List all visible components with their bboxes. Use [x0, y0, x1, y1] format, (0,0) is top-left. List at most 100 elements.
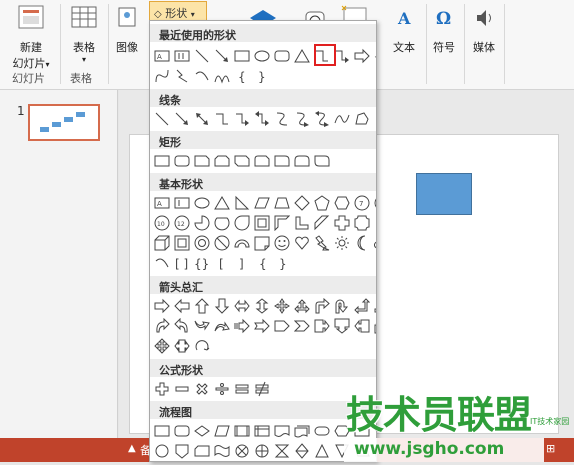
pentagon-shape-icon[interactable] [314, 195, 330, 211]
teardrop-shape-icon[interactable] [234, 215, 250, 231]
quad-arrow-callout-shape-icon[interactable] [154, 338, 170, 354]
arrow-line-shape-icon[interactable] [174, 111, 190, 127]
summing-junction-shape-icon[interactable] [234, 443, 250, 459]
arc-shape-icon[interactable] [194, 68, 210, 84]
decagon-shape-icon[interactable]: 10 [154, 215, 170, 231]
moon-shape-icon[interactable] [354, 235, 370, 251]
half-frame-shape-icon[interactable] [274, 215, 290, 231]
data-shape-icon[interactable] [214, 423, 230, 439]
u-turn-arrow-shape-icon[interactable] [334, 298, 350, 314]
blue-rectangle-shape[interactable] [416, 173, 472, 215]
left-right-arrow-callout-shape-icon[interactable] [174, 338, 190, 354]
notched-right-arrow-shape-icon[interactable] [254, 318, 270, 334]
up-arrow-shape-icon[interactable] [194, 298, 210, 314]
left-bracket-shape-icon[interactable]: [ [214, 255, 230, 271]
double-arrow-line-shape-icon[interactable] [194, 111, 210, 127]
multidocument-shape-icon[interactable] [294, 423, 310, 439]
down-arrow-callout-shape-icon[interactable] [334, 318, 350, 334]
smiley-face-shape-icon[interactable] [274, 235, 290, 251]
down-arrow-shape-icon[interactable] [214, 298, 230, 314]
right-arrow-shape-icon[interactable] [354, 48, 370, 64]
pentagon-arrow-shape-icon[interactable] [274, 318, 290, 334]
right-arrow-callout-shape-icon[interactable] [314, 318, 330, 334]
plaque-shape-icon[interactable] [354, 215, 370, 231]
right-brace-shape-icon[interactable]: } [274, 255, 290, 271]
heart-shape-icon[interactable] [294, 235, 310, 251]
round-single-corner-rectangle-shape-icon[interactable] [274, 153, 290, 169]
round-diagonal-rectangle-shape-icon[interactable] [314, 153, 330, 169]
connector-shape-icon[interactable] [154, 443, 170, 459]
left-right-arrow-shape-icon[interactable] [234, 298, 250, 314]
line-shape-icon[interactable] [154, 111, 170, 127]
right-arrow-shape-icon[interactable] [154, 298, 170, 314]
curved-double-arrow-shape-icon[interactable] [314, 111, 330, 127]
extract-shape-icon[interactable] [314, 443, 330, 459]
dodecagon-shape-icon[interactable]: 12 [174, 215, 190, 231]
arrow-line-shape-icon[interactable] [214, 48, 230, 64]
diagonal-stripe-shape-icon[interactable] [314, 215, 330, 231]
l-shape-icon[interactable] [294, 215, 310, 231]
up-arrow-callout-shape-icon[interactable] [374, 318, 376, 334]
oval-shape-icon[interactable] [254, 48, 270, 64]
elbow-connector-shape-icon[interactable] [214, 111, 230, 127]
bent-up-arrow-shape-icon[interactable] [374, 298, 376, 314]
striped-right-arrow-shape-icon[interactable] [234, 318, 250, 334]
multiply-shape-icon[interactable] [194, 381, 210, 397]
freeform-shape-icon[interactable] [354, 111, 370, 127]
not-equal-shape-icon[interactable] [254, 381, 270, 397]
curved-left-arrow-shape-icon[interactable] [174, 318, 190, 334]
quad-arrow-shape-icon[interactable] [274, 298, 290, 314]
oval-shape-icon[interactable] [194, 195, 210, 211]
textbox-shape-icon[interactable]: A [154, 195, 170, 211]
textbox-shape-icon[interactable]: A [154, 48, 170, 64]
predefined-process-shape-icon[interactable] [234, 423, 250, 439]
double-arc-shape-icon[interactable] [214, 68, 230, 84]
decision-shape-icon[interactable] [194, 423, 210, 439]
terminator-shape-icon[interactable] [314, 423, 330, 439]
round-same-side-rectangle-shape-icon[interactable] [294, 153, 310, 169]
trapezoid-shape-icon[interactable] [274, 195, 290, 211]
slide-thumbnail[interactable] [28, 104, 100, 141]
octagon-shape-icon[interactable]: 8 [374, 195, 376, 211]
sort-shape-icon[interactable] [294, 443, 310, 459]
lightning-bolt-shape-icon[interactable] [314, 235, 330, 251]
cloud-shape-icon[interactable] [374, 235, 376, 251]
chord-shape-icon[interactable] [214, 215, 230, 231]
curved-connector-shape-icon[interactable] [274, 111, 290, 127]
triangle-shape-icon[interactable] [294, 48, 310, 64]
internal-storage-shape-icon[interactable] [254, 423, 270, 439]
image-button[interactable]: 图像 [110, 4, 144, 55]
heptagon-shape-icon[interactable]: 7 [354, 195, 370, 211]
document-shape-icon[interactable] [274, 423, 290, 439]
equal-shape-icon[interactable] [234, 381, 250, 397]
hexagon-shape-icon[interactable] [334, 195, 350, 211]
curve-shape-icon[interactable] [334, 111, 350, 127]
symbol-button[interactable]: Ω 符号 [428, 4, 460, 55]
left-up-arrow-shape-icon[interactable] [354, 298, 370, 314]
elbow-arrow-connector-shape-icon[interactable] [334, 48, 350, 64]
down-arrow-shape-icon[interactable] [374, 48, 376, 64]
alternate-process-shape-icon[interactable] [174, 423, 190, 439]
sun-shape-icon[interactable] [334, 235, 350, 251]
divide-shape-icon[interactable] [214, 381, 230, 397]
card-shape-icon[interactable] [194, 443, 210, 459]
curved-arrow-connector-shape-icon[interactable] [294, 111, 310, 127]
plus-shape-icon[interactable] [154, 381, 170, 397]
snip-same-side-rectangle-shape-icon[interactable] [214, 153, 230, 169]
process-shape-icon[interactable] [154, 423, 170, 439]
circular-arrow-shape-icon[interactable] [194, 338, 210, 354]
folded-corner-shape-icon[interactable] [254, 235, 270, 251]
rectangle-shape-icon[interactable] [234, 48, 250, 64]
elbow-arrow-connector-shape-icon[interactable] [234, 111, 250, 127]
line-shape-icon[interactable] [194, 48, 210, 64]
block-arc-shape-icon[interactable] [234, 235, 250, 251]
text-button[interactable]: A 文本 [388, 4, 420, 55]
chevron-shape-icon[interactable] [294, 318, 310, 334]
left-brace-shape-icon[interactable]: { [234, 68, 250, 84]
arc-shape-icon[interactable] [154, 255, 170, 271]
double-brace-shape-icon[interactable]: {} [194, 255, 210, 271]
new-slide-button[interactable]: 新建 幻灯片▾ [6, 4, 56, 71]
frame-shape-icon[interactable] [254, 215, 270, 231]
triangle-shape-icon[interactable] [214, 195, 230, 211]
can-shape-icon[interactable] [374, 215, 376, 231]
